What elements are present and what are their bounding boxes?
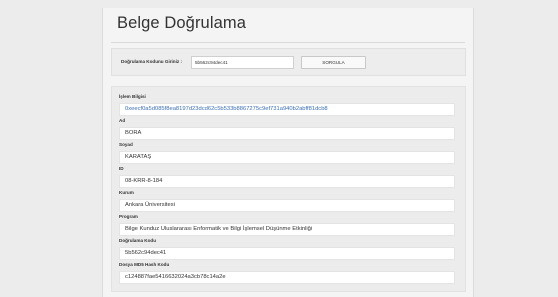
- verify-form: Doğrulama Kodunu Giriniz : 5b562c94dec41…: [111, 48, 466, 76]
- results-panel: İşlem Bilgisi 0xeecf0a5d085f8ea8197d23dc…: [111, 86, 466, 292]
- field-value: 5b562c94dec41: [119, 247, 455, 260]
- field-label: İşlem Bilgisi: [119, 94, 146, 99]
- field-value: BORA: [119, 127, 455, 140]
- field-label: Dosya MD5 Hash Kodu: [119, 262, 170, 267]
- field-id: ID 08-KRR-8-184: [119, 165, 455, 188]
- query-button[interactable]: SORGULA: [301, 56, 366, 69]
- field-label: Program: [119, 214, 138, 219]
- verify-code-label: Doğrulama Kodunu Giriniz :: [121, 59, 182, 64]
- field-value: c124887fae5416632024a3cb78c14a2e: [119, 271, 455, 284]
- field-last-name: Soyad KARATAŞ: [119, 141, 455, 164]
- verify-code-input[interactable]: 5b562c94dec41: [191, 56, 294, 69]
- field-first-name: Ad BORA: [119, 117, 455, 140]
- field-verification-code: Doğrulama Kodu 5b562c94dec41: [119, 237, 455, 260]
- field-institution: Kurum Ankara Üniversitesi: [119, 189, 455, 212]
- field-value: KARATAŞ: [119, 151, 455, 164]
- field-value: Bilge Kunduz Uluslararası Enformatik ve …: [119, 223, 455, 236]
- field-value: Ankara Üniversitesi: [119, 199, 455, 212]
- field-md5-hash: Dosya MD5 Hash Kodu c124887fae5416632024…: [119, 261, 455, 284]
- field-label: ID: [119, 166, 124, 171]
- field-label: Soyad: [119, 142, 133, 147]
- field-value: 08-KRR-8-184: [119, 175, 455, 188]
- field-label: Kurum: [119, 190, 134, 195]
- field-label: Ad: [119, 118, 126, 123]
- field-program: Program Bilge Kunduz Uluslararası Enform…: [119, 213, 455, 236]
- transaction-hash-link[interactable]: 0xeecf0a5d085f8ea8197d23dcd62c5b533b8867…: [119, 103, 455, 116]
- page-title: Belge Doğrulama: [117, 14, 246, 32]
- title-divider: [111, 42, 465, 43]
- verification-card: Belge Doğrulama Doğrulama Kodunu Giriniz…: [102, 8, 474, 297]
- field-label: Doğrulama Kodu: [119, 238, 157, 243]
- field-transaction-info: İşlem Bilgisi 0xeecf0a5d085f8ea8197d23dc…: [119, 93, 455, 116]
